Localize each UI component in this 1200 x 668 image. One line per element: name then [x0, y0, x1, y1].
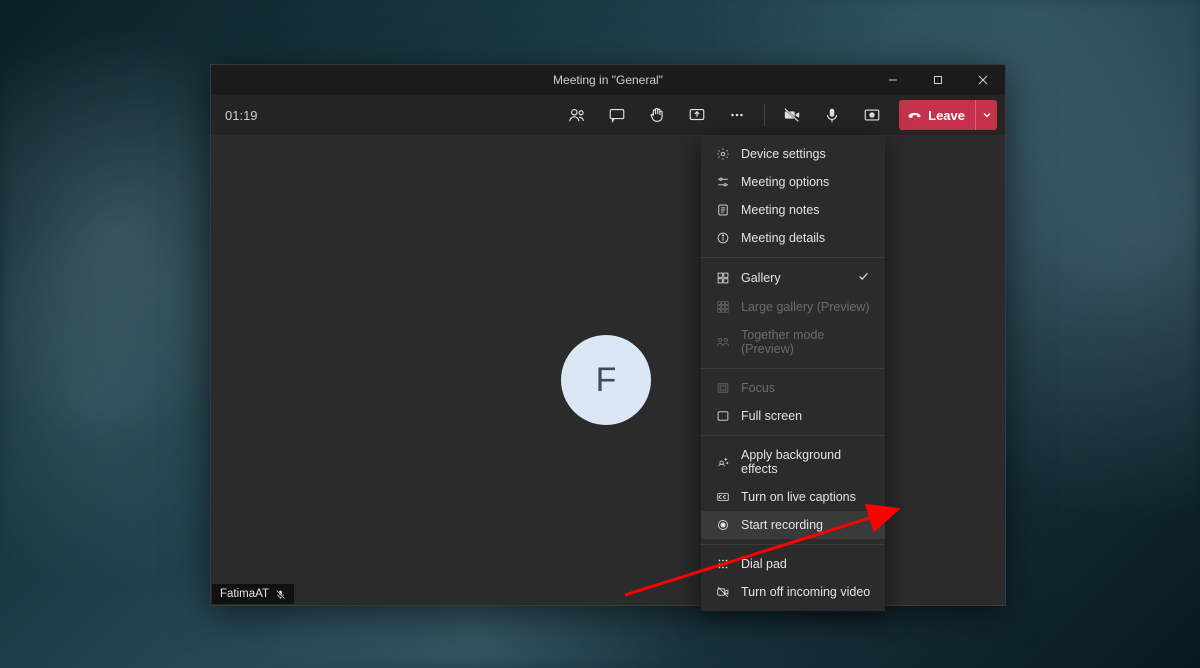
menu-item-label: Focus [741, 381, 871, 395]
menu-item-label: Turn off incoming video [741, 585, 871, 599]
gear-icon [715, 147, 731, 161]
leave-button[interactable]: Leave [899, 100, 997, 130]
menu-item-label: Meeting details [741, 231, 871, 245]
video-off-icon [715, 585, 731, 599]
menu-focus: Focus [701, 374, 885, 402]
focus-icon [715, 381, 731, 395]
share-screen-button[interactable] [680, 99, 714, 131]
chat-button[interactable] [600, 99, 634, 131]
menu-item-label: Apply background effects [741, 448, 871, 476]
grid-icon [715, 271, 731, 285]
menu-item-label: Large gallery (Preview) [741, 300, 871, 314]
meeting-timer: 01:19 [225, 108, 285, 123]
info-icon [715, 231, 731, 245]
raise-hand-button[interactable] [640, 99, 674, 131]
menu-live-captions[interactable]: Turn on live captions [701, 483, 885, 511]
chevron-down-icon [982, 110, 992, 120]
menu-item-label: Meeting notes [741, 203, 871, 217]
participant-name: FatimaAT [220, 588, 269, 600]
menu-item-label: Full screen [741, 409, 871, 423]
notes-icon [715, 203, 731, 217]
window-minimize-button[interactable] [870, 65, 915, 95]
menu-item-label: Device settings [741, 147, 871, 161]
sliders-icon [715, 175, 731, 189]
menu-item-label: Gallery [741, 271, 847, 285]
participant-name-tag: FatimaAT [212, 584, 294, 604]
menu-meeting-notes[interactable]: Meeting notes [701, 196, 885, 224]
people-icon [715, 335, 731, 349]
menu-turn-off-incoming-video[interactable]: Turn off incoming video [701, 578, 885, 606]
sparkle-icon [715, 455, 731, 469]
menu-separator [701, 435, 885, 436]
hangup-icon [907, 108, 922, 123]
leave-button-main[interactable]: Leave [899, 108, 975, 123]
mic-muted-icon [275, 589, 286, 600]
more-actions-menu: Device settings Meeting options Meeting … [701, 135, 885, 611]
menu-separator [701, 257, 885, 258]
menu-large-gallery: Large gallery (Preview) [701, 293, 885, 321]
video-stage: F FatimaAT [211, 135, 1005, 605]
avatar-initial: F [596, 361, 617, 400]
mic-toggle-button[interactable] [815, 99, 849, 131]
menu-separator [701, 544, 885, 545]
menu-device-settings[interactable]: Device settings [701, 140, 885, 168]
menu-start-recording[interactable]: Start recording [701, 511, 885, 539]
window-close-button[interactable] [960, 65, 1005, 95]
participant-avatar: F [561, 335, 651, 425]
check-icon [857, 270, 871, 286]
menu-background-effects[interactable]: Apply background effects [701, 441, 885, 483]
window-titlebar: Meeting in "General" [211, 65, 1005, 95]
menu-item-label: Turn on live captions [741, 490, 871, 504]
menu-item-label: Dial pad [741, 557, 871, 571]
meeting-toolbar: 01:19 Leave [211, 95, 1005, 135]
record-icon [715, 518, 731, 532]
menu-gallery[interactable]: Gallery [701, 263, 885, 293]
more-actions-button[interactable] [720, 99, 754, 131]
device-settings-button[interactable] [855, 99, 889, 131]
menu-full-screen[interactable]: Full screen [701, 402, 885, 430]
toolbar-separator [764, 104, 765, 126]
window-maximize-button[interactable] [915, 65, 960, 95]
menu-dial-pad[interactable]: Dial pad [701, 550, 885, 578]
menu-item-label: Together mode (Preview) [741, 328, 871, 356]
window-controls [870, 65, 1005, 95]
camera-toggle-button[interactable] [775, 99, 809, 131]
menu-meeting-options[interactable]: Meeting options [701, 168, 885, 196]
menu-together-mode: Together mode (Preview) [701, 321, 885, 363]
menu-item-label: Meeting options [741, 175, 871, 189]
cc-icon [715, 490, 731, 504]
fullscreen-icon [715, 409, 731, 423]
teams-meeting-window: Meeting in "General" 01:19 [210, 64, 1006, 606]
dialpad-icon [715, 557, 731, 571]
menu-item-label: Start recording [741, 518, 871, 532]
participants-button[interactable] [560, 99, 594, 131]
window-title: Meeting in "General" [553, 73, 663, 87]
leave-button-label: Leave [928, 108, 965, 123]
menu-separator [701, 368, 885, 369]
menu-meeting-details[interactable]: Meeting details [701, 224, 885, 252]
leave-button-caret[interactable] [975, 100, 997, 130]
large-grid-icon [715, 300, 731, 314]
